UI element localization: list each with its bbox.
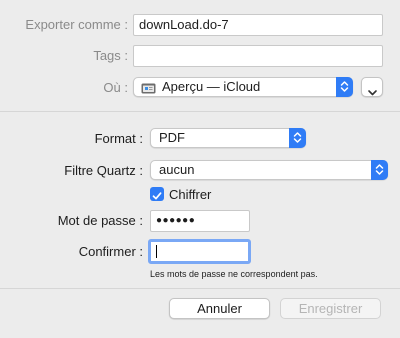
confirm-label: Confirmer : — [78, 244, 143, 259]
format-popup[interactable]: PDF — [150, 128, 306, 148]
folder-icon — [141, 81, 156, 94]
export-as-field[interactable]: downLoad.do-7 — [133, 14, 383, 36]
cancel-button[interactable]: Annuler — [169, 298, 270, 319]
popup-arrows-icon — [371, 160, 388, 180]
save-button[interactable]: Enregistrer — [280, 298, 381, 319]
tags-field[interactable] — [133, 45, 383, 67]
quartz-filter-label: Filtre Quartz : — [64, 163, 143, 178]
separator-bottom — [0, 288, 400, 289]
text-cursor — [156, 245, 157, 258]
expand-button[interactable] — [361, 77, 383, 97]
quartz-filter-popup[interactable]: aucun — [150, 160, 388, 180]
location-label: Où : — [103, 80, 128, 95]
chevron-down-icon — [367, 83, 378, 102]
popup-arrows-icon — [289, 128, 306, 148]
password-field[interactable]: ●●●●●● — [150, 210, 250, 232]
location-value: Aperçu — iCloud — [162, 79, 261, 94]
error-message: Les mots de passe ne correspondent pas. — [150, 269, 318, 279]
quartz-filter-value: aucun — [159, 162, 195, 177]
checkmark-icon — [152, 189, 162, 204]
separator-top — [0, 111, 400, 112]
confirm-field[interactable] — [148, 239, 251, 264]
popup-arrows-icon — [336, 77, 353, 97]
encrypt-checkbox[interactable] — [150, 187, 164, 201]
password-label: Mot de passe : — [57, 213, 143, 228]
tags-label: Tags : — [93, 48, 128, 63]
location-popup[interactable]: Aperçu — iCloud — [133, 77, 353, 97]
encrypt-label[interactable]: Chiffrer — [169, 187, 211, 202]
format-value: PDF — [159, 130, 185, 145]
format-label: Format : — [94, 131, 143, 146]
export-as-label: Exporter comme : — [25, 17, 128, 32]
